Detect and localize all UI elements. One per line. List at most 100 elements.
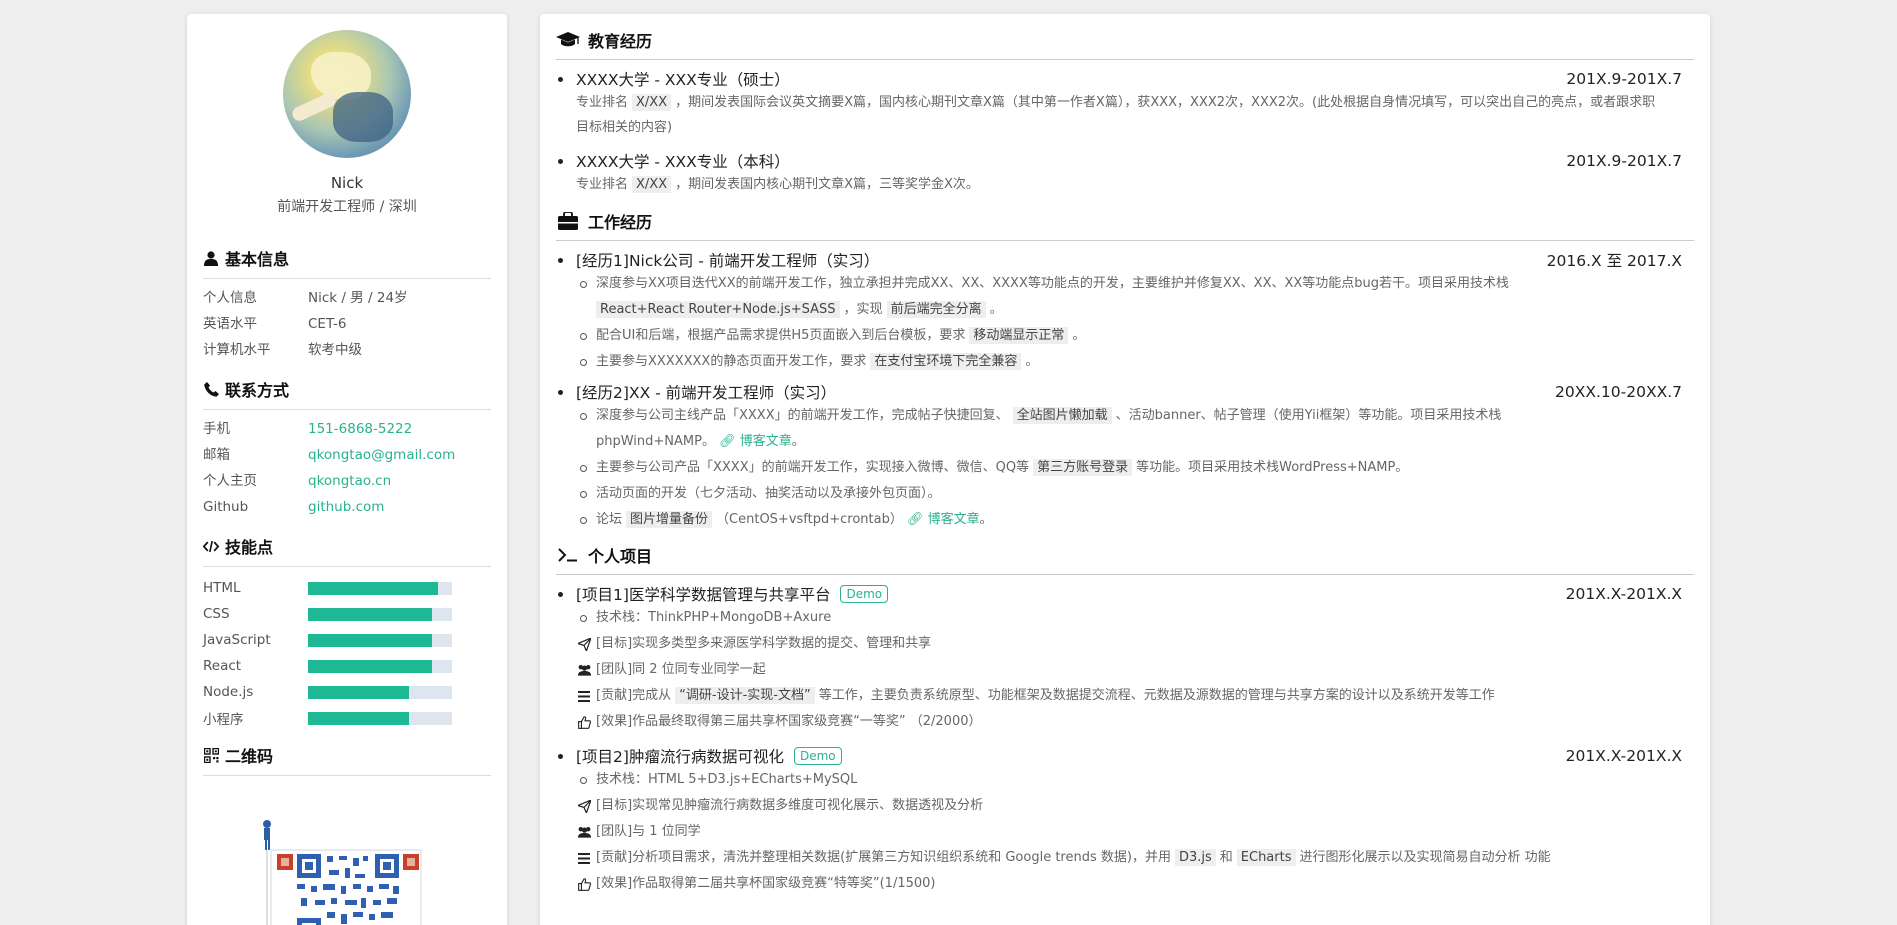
contact-heading: 联系方式 bbox=[203, 377, 491, 410]
skill-level-fill bbox=[308, 581, 438, 595]
list-item: [团队]同 2 位同专业同学一起 bbox=[576, 657, 1694, 683]
skill-level-bar bbox=[308, 685, 452, 699]
list-item: [贡献]分析项目需求，清洗并整理相关数据(扩展第三方知识组织系统和 Google… bbox=[576, 845, 1694, 871]
entry-description: 专业排名 X/XX ，期间发表国内核心期刊文章X篇，三等奖学金X次。 bbox=[576, 176, 979, 193]
work-heading: 工作经历 bbox=[556, 209, 1694, 241]
project-detail-list: 技术栈：HTML 5+D3.js+ECharts+MySQL [目标]实现常见肿… bbox=[576, 767, 1694, 897]
blog-link[interactable]: 🔗︎ 博客文章 bbox=[907, 512, 980, 527]
code-icon bbox=[203, 538, 219, 554]
entry-title: XXXX大学 - XXX专业（本科） bbox=[576, 153, 790, 171]
email-link[interactable]: qkongtao@gmail.com bbox=[308, 442, 455, 468]
entry-date: 201X.X-201X.X bbox=[1565, 585, 1682, 603]
entry-title: [项目2]肿瘤流行病数据可视化 Demo bbox=[576, 745, 842, 767]
skill-level-fill bbox=[308, 685, 409, 699]
education-entry: XXXX大学 - XXX专业（硕士） 201X.9-201X.7 专业排名 X/X… bbox=[556, 68, 1694, 140]
list-item: 配合UI和后端，根据产品需求提供H5页面嵌入到后台模板，要求 移动端显示正常。 bbox=[576, 323, 1694, 349]
link-icon: 🔗︎ bbox=[719, 434, 736, 449]
list-item: 主要参与XXXXXXX的静态页面开发工作，要求 在支付宝环境下完全兼容。 bbox=[576, 349, 1694, 375]
work-entry: [经历1]Nick公司 - 前端开发工程师（实习） 2016.X 至 2017.… bbox=[556, 249, 1694, 375]
list-item: [团队]与 1 位同学 bbox=[576, 819, 1694, 845]
skill-level-bar bbox=[308, 711, 452, 725]
contact-row: 邮箱 qkongtao@gmail.com bbox=[203, 442, 491, 468]
skill-level-fill bbox=[308, 607, 432, 621]
demo-badge[interactable]: Demo bbox=[793, 747, 842, 765]
list-icon bbox=[576, 687, 592, 705]
sidebar: Nick 前端开发工程师 / 深圳 基本信息 个人信息 Nick / 男 / 24… bbox=[187, 14, 507, 925]
skill-level-fill bbox=[308, 633, 432, 647]
list-item: [效果]作品取得第二届共享杯国家级竞赛“特等奖”(1/1500) bbox=[576, 871, 1694, 897]
skill-row: Node.js bbox=[203, 679, 491, 705]
list-item: 活动页面的开发（七夕活动、抽奖活动以及承接外包页面）。 bbox=[576, 481, 1694, 507]
skill-level-bar bbox=[308, 633, 452, 647]
basic-row: 计算机水平 软考中级 bbox=[203, 342, 362, 358]
list-item: [贡献]完成从 “调研-设计-实现-文档” 等工作，主要负责系统原型、功能框架及数据… bbox=[576, 683, 1694, 709]
blog-link[interactable]: 🔗︎ 博客文章 bbox=[719, 434, 792, 449]
contact-row: Github github.com bbox=[203, 494, 491, 520]
basic-row: 个人信息 Nick / 男 / 24岁 bbox=[203, 290, 408, 306]
entry-date: 2016.X 至 2017.X bbox=[1546, 252, 1682, 270]
profile-title: 前端开发工程师 / 深圳 bbox=[277, 199, 417, 215]
work-detail-list: 深度参与XX项目迭代XX的前端开发工作，独立承担并完成XX、XX、XXXX等功能… bbox=[576, 271, 1694, 375]
list-item: 深度参与公司主线产品「XXXX」的前端开发工作，完成帖子快捷回复、 全站图片懒加载… bbox=[576, 403, 1694, 455]
skill-row: 小程序 bbox=[203, 705, 491, 731]
skill-name: Node.js bbox=[203, 684, 254, 700]
skill-row: HTML bbox=[203, 575, 491, 601]
skill-level-fill bbox=[308, 659, 432, 673]
entry-date: 201X.9-201X.7 bbox=[1566, 152, 1682, 170]
project-entry: [项目2]肿瘤流行病数据可视化 Demo 201X.X-201X.X 技术栈：HT… bbox=[556, 745, 1694, 897]
skill-name: HTML bbox=[203, 580, 241, 596]
paper-plane-icon bbox=[576, 635, 592, 653]
github-link[interactable]: github.com bbox=[308, 494, 384, 520]
basic-info-list: 个人信息 Nick / 男 / 24岁 英语水平 CET-6 计算机水平 软考中级 bbox=[203, 285, 491, 363]
phone-icon bbox=[203, 381, 219, 397]
entry-date: 201X.X-201X.X bbox=[1565, 747, 1682, 765]
users-icon bbox=[576, 823, 592, 841]
skill-level-bar bbox=[308, 607, 452, 621]
entry-description: 专业排名 X/XX ，期间发表国际会议英文摘要X篇，国内核心期刊文章X篇（其中第一作… bbox=[576, 94, 1656, 135]
contact-row: 手机 151-6868-5222 bbox=[203, 416, 491, 442]
link-icon: 🔗︎ bbox=[906, 512, 924, 527]
briefcase-icon bbox=[556, 212, 580, 230]
qrcode-icon bbox=[203, 747, 219, 763]
skill-row: CSS bbox=[203, 601, 491, 627]
skill-level-bar bbox=[308, 581, 452, 595]
list-item: 深度参与XX项目迭代XX的前端开发工作，独立承担并完成XX、XX、XXXX等功能… bbox=[576, 271, 1694, 323]
education-entry: XXXX大学 - XXX专业（本科） 201X.9-201X.7 专业排名 X/X… bbox=[556, 150, 1694, 197]
entry-date: 20XX.10-20XX.7 bbox=[1555, 383, 1682, 401]
entry-title: XXXX大学 - XXX专业（硕士） bbox=[576, 71, 790, 89]
list-item: 主要参与公司产品「XXXX」的前端开发工作，实现接入微博、微信、QQ等 第三方账号… bbox=[576, 455, 1694, 481]
qr-heading: 二维码 bbox=[203, 743, 491, 776]
skill-row: React bbox=[203, 653, 491, 679]
work-entry: [经历2]XX - 前端开发工程师（实习） 20XX.10-20XX.7 深度参… bbox=[556, 381, 1694, 533]
list-icon bbox=[576, 849, 592, 867]
terminal-icon bbox=[556, 546, 580, 564]
list-item: [效果]作品最终取得第三届共享杯国家级竞赛“一等奖” （2/2000） bbox=[576, 709, 1694, 735]
work-detail-list: 深度参与公司主线产品「XXXX」的前端开发工作，完成帖子快捷回复、 全站图片懒加载… bbox=[576, 403, 1694, 533]
basic-row: 英语水平 CET-6 bbox=[203, 316, 347, 332]
list-item: 论坛 图片增量备份 （CentOS+vsftpd+crontab） 🔗︎ 博客文章。 bbox=[576, 507, 1694, 533]
projects-heading: 个人项目 bbox=[556, 543, 1694, 575]
project-entry: [项目1]医学科学数据管理与共享平台 Demo 201X.X-201X.X 技术栈… bbox=[556, 583, 1694, 735]
users-icon bbox=[576, 661, 592, 679]
user-icon bbox=[203, 250, 219, 266]
thumbs-up-icon bbox=[576, 875, 592, 893]
entry-title: [经历1]Nick公司 - 前端开发工程师（实习） bbox=[576, 252, 880, 270]
main-content: 教育经历 XXXX大学 - XXX专业（硕士） 201X.9-201X.7 专业… bbox=[540, 14, 1710, 925]
phone-link[interactable]: 151-6868-5222 bbox=[308, 416, 412, 442]
contact-list: 手机 151-6868-5222 邮箱 qkongtao@gmail.com 个人主… bbox=[203, 416, 491, 520]
skills-heading: 技能点 bbox=[203, 534, 491, 567]
entry-title: [经历2]XX - 前端开发工程师（实习） bbox=[576, 384, 837, 402]
basic-info-heading: 基本信息 bbox=[203, 246, 491, 279]
project-detail-list: 技术栈：ThinkPHP+MongoDB+Axure [目标]实现多类型多来源医… bbox=[576, 605, 1694, 735]
skills-list: HTML CSS JavaScript React Node.js 小程序 bbox=[203, 575, 491, 731]
paper-plane-icon bbox=[576, 797, 592, 815]
entry-title: [项目1]医学科学数据管理与共享平台 Demo bbox=[576, 583, 889, 605]
skill-name: React bbox=[203, 658, 242, 674]
list-item: [目标]实现多类型多来源医学科学数据的提交、管理和共享 bbox=[576, 631, 1694, 657]
demo-badge[interactable]: Demo bbox=[840, 585, 889, 603]
avatar bbox=[283, 30, 411, 158]
list-item: 技术栈：ThinkPHP+MongoDB+Axure bbox=[576, 605, 1694, 631]
homepage-link[interactable]: qkongtao.cn bbox=[308, 468, 391, 494]
skill-row: JavaScript bbox=[203, 627, 491, 653]
education-heading: 教育经历 bbox=[556, 28, 1694, 60]
